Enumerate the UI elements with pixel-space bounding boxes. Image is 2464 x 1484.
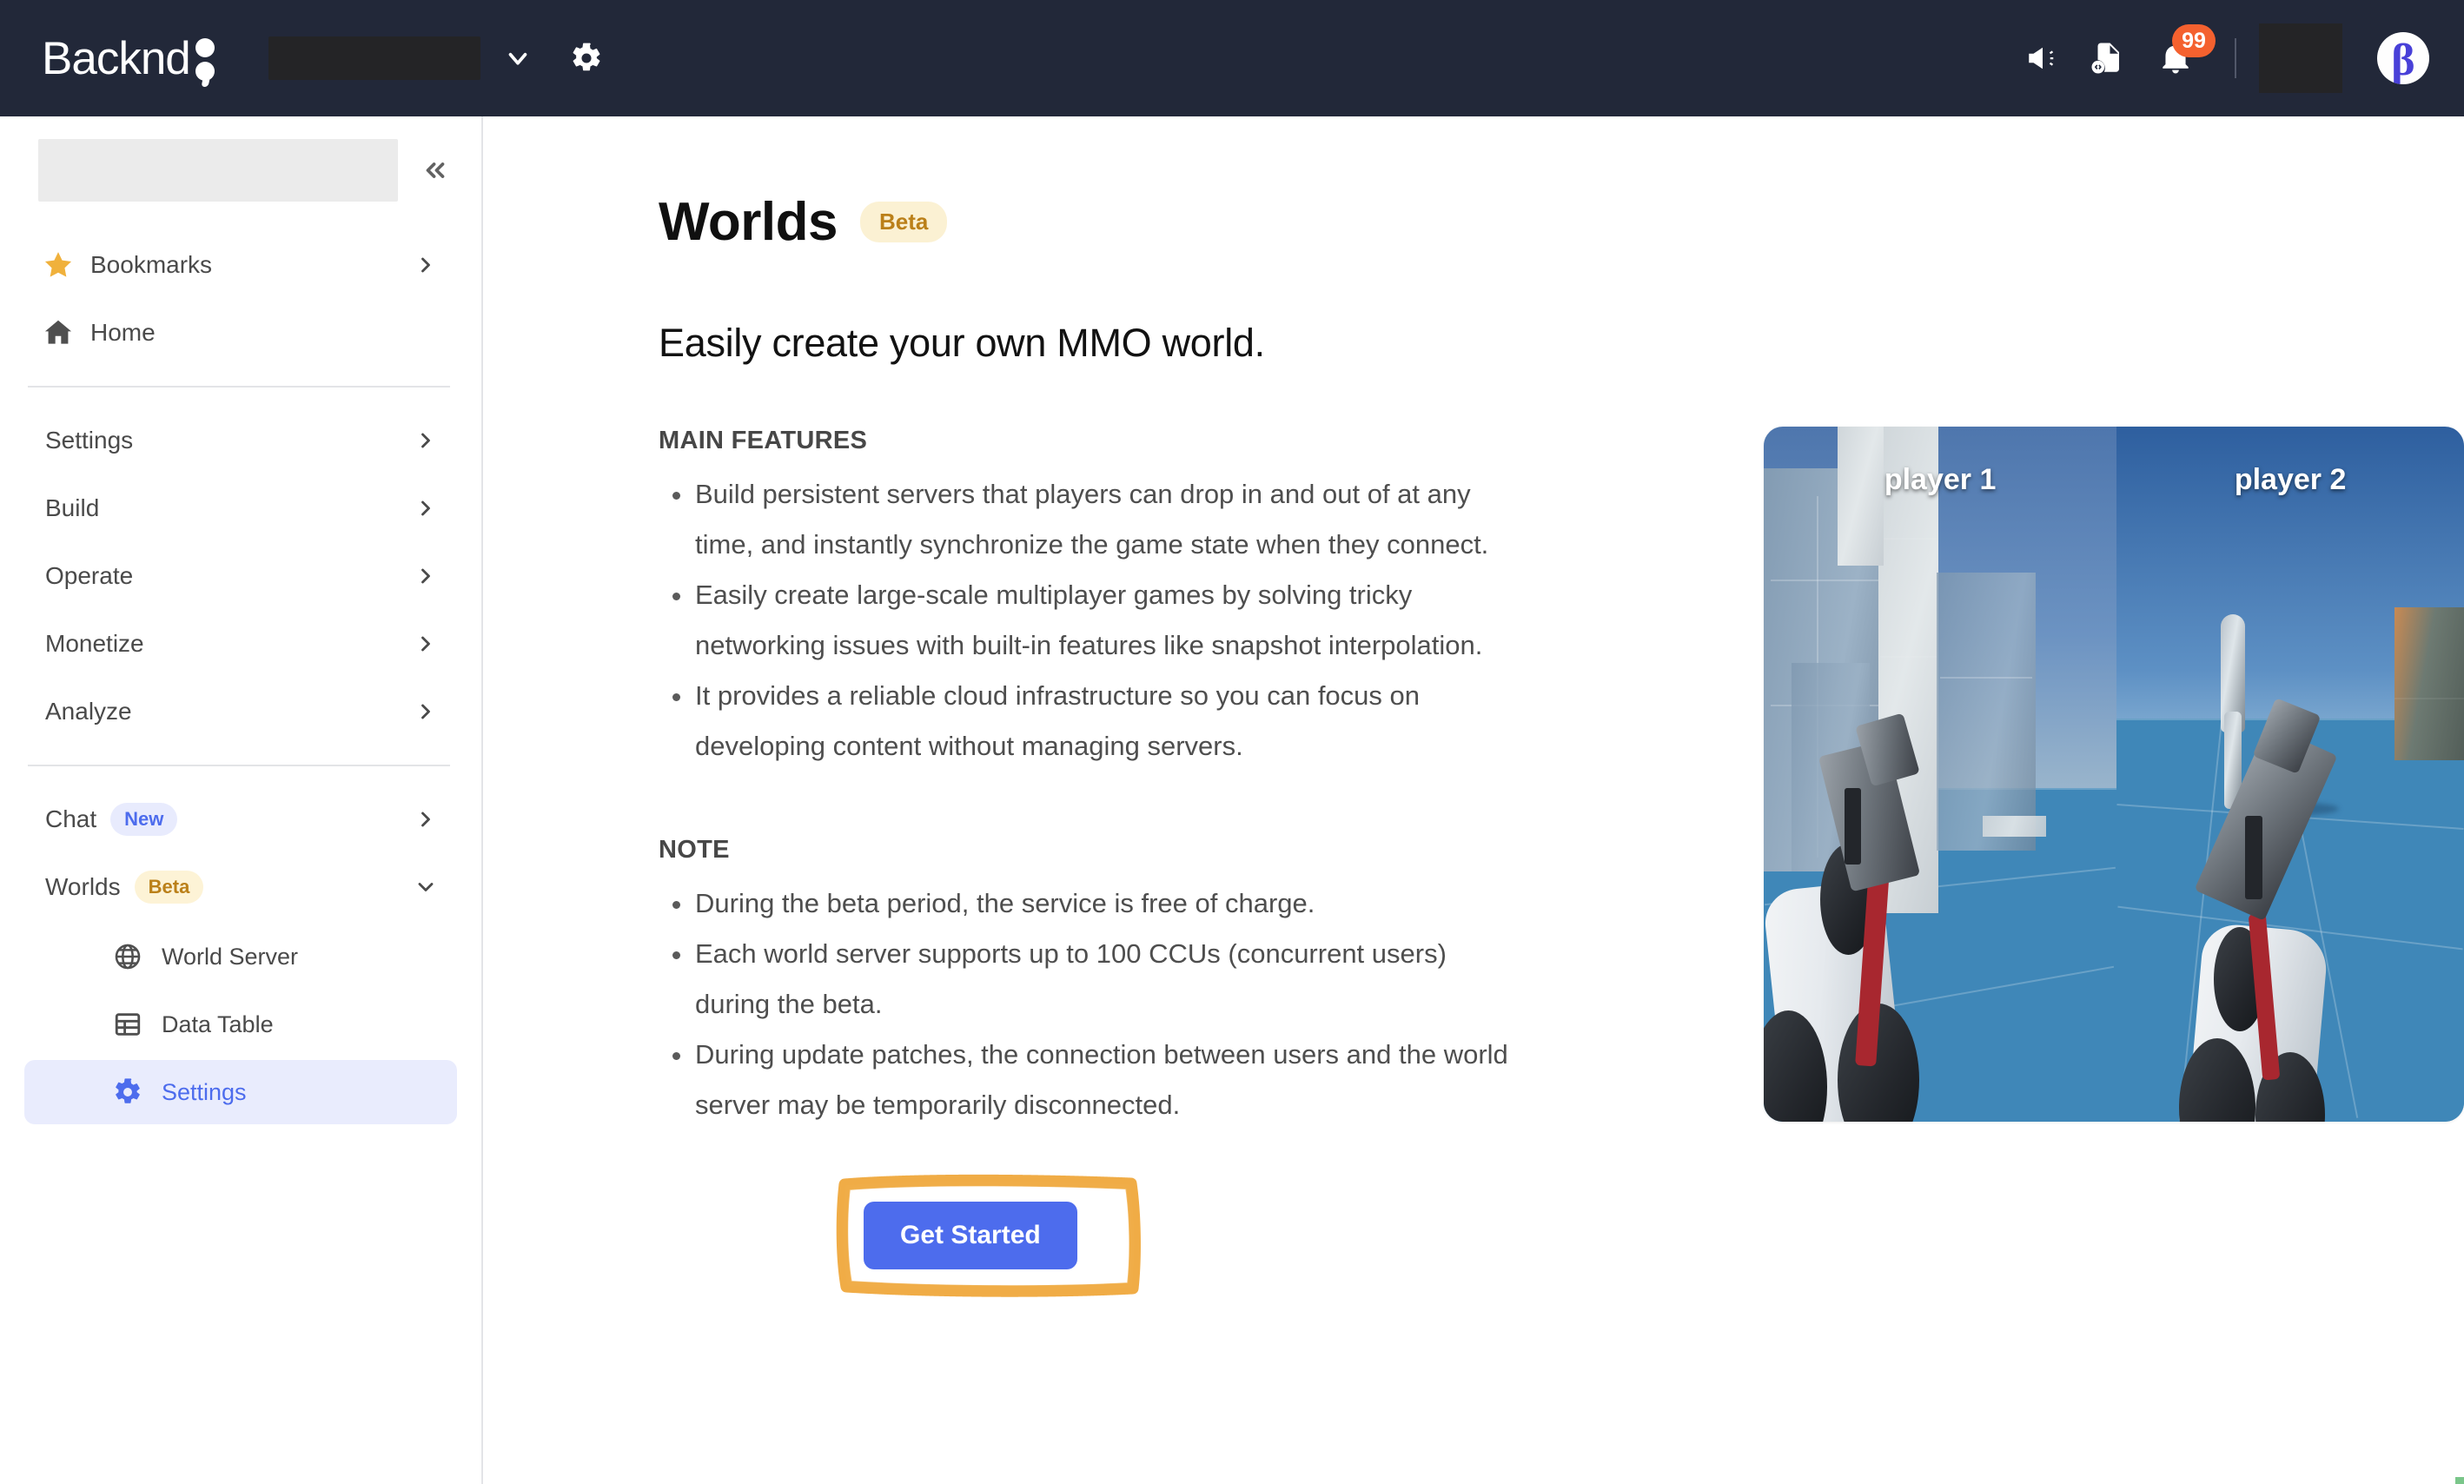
status-badge-beta: Beta xyxy=(134,871,204,904)
sidebar-item-label: Bookmarks xyxy=(90,251,213,278)
page-header: Worlds Beta xyxy=(659,191,2464,253)
player1-label: player 1 xyxy=(1884,463,1997,496)
avatar[interactable]: β xyxy=(2377,32,2429,84)
list-item: Each world server supports up to 100 CCU… xyxy=(659,929,1520,1030)
chevron-right-icon xyxy=(414,428,438,453)
get-started-button[interactable]: Get Started xyxy=(864,1202,1077,1269)
note-heading: NOTE xyxy=(659,836,730,864)
toolbar-divider xyxy=(2235,38,2236,78)
brand-logo[interactable]: Backnd xyxy=(42,32,216,87)
sidebar-item-worlds-settings[interactable]: Settings xyxy=(24,1060,457,1124)
gameplay-preview-image: player 1 player 2 xyxy=(1764,427,2464,1122)
sidebar: Bookmarks Home Settings Build Operate Mo… xyxy=(0,116,483,1484)
chevron-right-icon xyxy=(414,496,438,520)
sidebar-item-label: Operate xyxy=(45,562,134,589)
chevron-right-icon xyxy=(414,699,438,724)
list-item: During update patches, the connection be… xyxy=(659,1030,1520,1130)
star-icon xyxy=(42,248,90,282)
list-item: It provides a reliable cloud infrastruct… xyxy=(659,671,1520,772)
page-title: Worlds xyxy=(659,192,838,252)
sidebar-item-build[interactable]: Build xyxy=(24,474,457,542)
sidebar-groups: Settings Build Operate Monetize Analyze xyxy=(0,407,481,745)
document-code-icon[interactable] xyxy=(2075,26,2139,90)
get-started-area: Get Started xyxy=(832,1170,1145,1301)
page-subtitle: Easily create your own MMO world. xyxy=(659,321,1265,365)
chevrons-left-icon[interactable] xyxy=(415,150,455,190)
sidebar-item-label: Chat xyxy=(45,805,97,832)
preview-pane-player2: player 2 xyxy=(2116,427,2464,1122)
gear-icon xyxy=(113,1077,162,1107)
chevron-right-icon xyxy=(414,632,438,656)
sidebar-item-world-server[interactable]: World Server xyxy=(24,924,457,989)
workspace-selector[interactable] xyxy=(38,139,398,202)
chevron-down-icon xyxy=(414,875,438,899)
sidebar-item-label: Data Table xyxy=(162,1010,274,1037)
chevron-right-icon xyxy=(414,253,438,277)
top-bar: Backnd 99 β xyxy=(0,0,2464,116)
logo-text: Backnd xyxy=(42,32,191,84)
main-content: Worlds Beta Easily create your own MMO w… xyxy=(485,116,2464,1484)
main-features-heading: MAIN FEATURES xyxy=(659,427,868,454)
sidebar-divider-1 xyxy=(28,386,450,388)
page-title-badge: Beta xyxy=(859,202,948,242)
sidebar-item-label: Settings xyxy=(162,1078,247,1105)
sidebar-item-settings[interactable]: Settings xyxy=(24,407,457,474)
table-icon xyxy=(113,1010,162,1039)
sidebar-item-data-table[interactable]: Data Table xyxy=(24,992,457,1057)
status-badge-new: New xyxy=(110,803,178,836)
app-root: Backnd 99 β Bookmarks Home Settings Buil… xyxy=(0,0,2464,1484)
chevron-right-icon xyxy=(414,564,438,588)
megaphone-icon[interactable] xyxy=(2010,26,2075,90)
chevron-right-icon xyxy=(414,807,438,831)
avatar-letter: β xyxy=(2391,36,2415,85)
list-item: Build persistent servers that players ca… xyxy=(659,469,1520,570)
sidebar-item-operate[interactable]: Operate xyxy=(24,542,457,610)
sidebar-item-analyze[interactable]: Analyze xyxy=(24,678,457,745)
sidebar-item-label: Worlds xyxy=(45,873,121,900)
gear-icon[interactable] xyxy=(567,39,606,77)
list-item: During the beta period, the service is f… xyxy=(659,878,1520,929)
account-name-redacted[interactable] xyxy=(2259,23,2342,93)
sidebar-feature-groups: Chat New Worlds Beta World Server Data T… xyxy=(0,785,481,1124)
player2-label: player 2 xyxy=(2234,463,2347,496)
two-dots-mark-icon xyxy=(194,36,216,87)
note-block: NOTE During the beta period, the service… xyxy=(659,836,1520,1130)
sidebar-item-label: Monetize xyxy=(45,630,144,657)
sidebar-item-worlds[interactable]: Worlds Beta xyxy=(24,853,457,921)
preview-pane-player1: player 1 xyxy=(1764,427,2117,1122)
chevron-down-icon[interactable] xyxy=(500,40,536,76)
sidebar-quick-links: Bookmarks Home xyxy=(0,231,481,367)
sidebar-item-label: Build xyxy=(45,494,100,521)
notifications-button[interactable]: 99 xyxy=(2139,24,2216,90)
list-item: Easily create large-scale multiplayer ga… xyxy=(659,570,1520,671)
corner-marker xyxy=(2455,1477,2464,1484)
notification-count-badge: 99 xyxy=(2172,24,2216,57)
content-columns: MAIN FEATURES Build persistent servers t… xyxy=(485,427,2464,1301)
globe-icon xyxy=(113,942,162,971)
sidebar-item-bookmarks[interactable]: Bookmarks xyxy=(24,231,457,299)
project-selector-field[interactable] xyxy=(268,36,480,80)
main-features-list: Build persistent servers that players ca… xyxy=(659,469,1520,772)
sidebar-item-home[interactable]: Home xyxy=(24,299,457,367)
top-bar-actions: 99 β xyxy=(2010,0,2429,116)
sidebar-item-monetize[interactable]: Monetize xyxy=(24,610,457,678)
note-list: During the beta period, the service is f… xyxy=(659,878,1520,1130)
sidebar-item-label: Settings xyxy=(45,427,134,454)
home-icon xyxy=(42,316,90,349)
sidebar-header xyxy=(0,116,481,202)
sidebar-item-label: World Server xyxy=(162,943,299,970)
sidebar-divider-2 xyxy=(28,765,450,766)
sidebar-item-chat[interactable]: Chat New xyxy=(24,785,457,853)
sidebar-item-label: Analyze xyxy=(45,698,132,725)
sidebar-item-label: Home xyxy=(90,319,156,346)
content-text-column: MAIN FEATURES Build persistent servers t… xyxy=(659,427,1520,1301)
